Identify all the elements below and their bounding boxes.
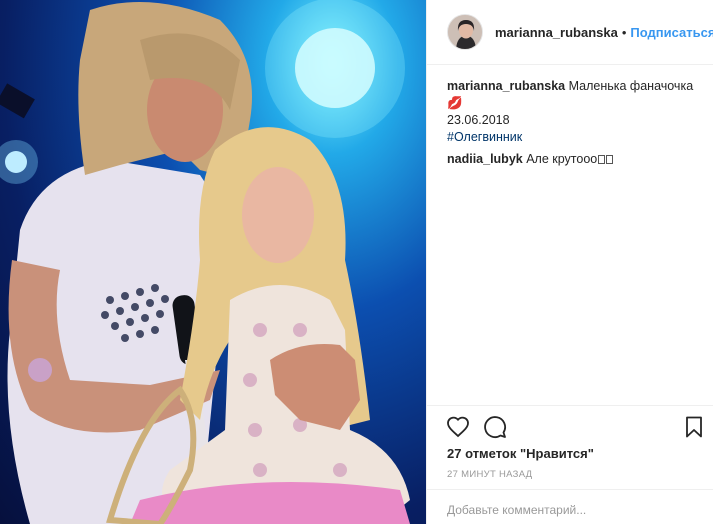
photo-illustration xyxy=(0,0,410,524)
header-username[interactable]: marianna_rubanska xyxy=(495,25,618,40)
caption-username[interactable]: marianna_rubanska xyxy=(447,79,565,93)
emoji-glyph xyxy=(606,155,614,164)
comment-text: Але крутооо xyxy=(526,152,598,166)
avatar-image xyxy=(448,15,482,49)
header-separator: • xyxy=(621,24,627,40)
likes-count[interactable]: 27 отметок "Нравится" xyxy=(447,446,594,461)
add-comment-input[interactable] xyxy=(447,503,677,517)
comment-username[interactable]: nadiia_lubyk xyxy=(447,152,523,166)
action-icons xyxy=(446,415,702,441)
post-photo[interactable] xyxy=(0,0,426,524)
caption: marianna_rubanska Маленька фаначочка💋 23… xyxy=(447,78,705,146)
comment-bubble-icon[interactable] xyxy=(483,415,507,439)
post-timestamp: 27 МИНУТ НАЗАД xyxy=(447,469,533,480)
comments-list: marianna_rubanska Маленька фаначочка💋 23… xyxy=(447,78,705,168)
post-side-panel: marianna_rubanska • Подписаться marianna… xyxy=(426,0,713,524)
post-header: marianna_rubanska • Подписаться xyxy=(427,0,713,65)
caption-hashtag[interactable]: #Олегвинник xyxy=(447,129,705,146)
follow-button[interactable]: Подписаться xyxy=(630,25,713,40)
heart-icon[interactable] xyxy=(446,415,470,439)
add-comment-box xyxy=(427,489,713,524)
post-actions: 27 отметок "Нравится" 27 МИНУТ НАЗАД xyxy=(427,405,713,524)
emoji-glyph xyxy=(598,155,606,164)
caption-date: 23.06.2018 xyxy=(447,113,510,127)
comment-item: nadiia_lubyk Але крутооо xyxy=(447,151,705,168)
avatar[interactable] xyxy=(447,14,483,50)
bookmark-icon[interactable] xyxy=(682,415,706,439)
